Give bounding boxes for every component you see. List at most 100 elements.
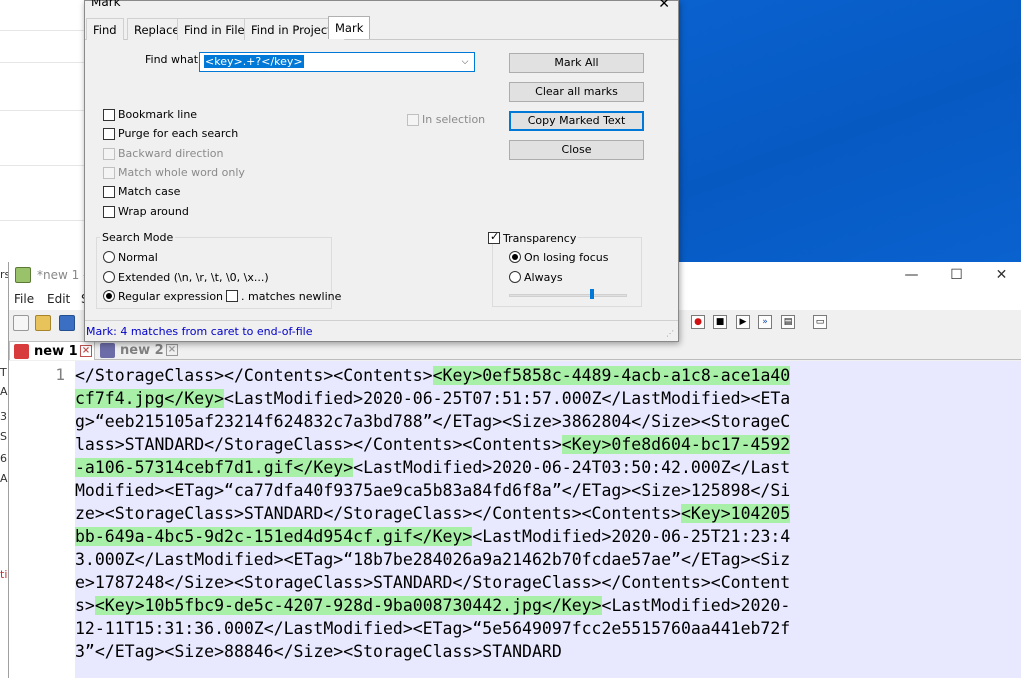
tab-new-1[interactable]: new 1 ×: [9, 341, 95, 360]
tab-new-2[interactable]: new 2 ×: [96, 341, 180, 360]
background-text: A: [0, 472, 8, 485]
code-line[interactable]: Modified><ETag>“ca77dfa40f9375ae9ca5b83a…: [75, 479, 1016, 502]
dialog-close-icon[interactable]: ✕: [658, 0, 670, 12]
background-text: S: [0, 430, 7, 443]
code-line[interactable]: ze><StorageClass>STANDARD</StorageClass>…: [75, 502, 1016, 525]
code-text: Modified><ETag>“ca77dfa40f9375ae9ca5b83a…: [75, 481, 791, 500]
match-case-checkbox[interactable]: [103, 186, 115, 198]
tab-find[interactable]: Find: [86, 18, 124, 40]
clear-all-marks-button[interactable]: Clear all marks: [509, 82, 644, 102]
code-line[interactable]: </StorageClass></Contents><Contents><Key…: [75, 364, 1016, 387]
minimize-button[interactable]: —: [889, 264, 934, 286]
resize-grip-icon[interactable]: ⋰: [666, 329, 676, 339]
code-text: lass>STANDARD</StorageClass></Contents><…: [75, 435, 562, 454]
code-text: 12-11T15:31:36.000Z</LastModified><ETag>…: [75, 619, 791, 638]
always-label: Always: [524, 271, 563, 284]
desktop-background: [679, 0, 1021, 262]
line-number-gutter: 1: [9, 361, 75, 678]
code-line[interactable]: lass>STANDARD</StorageClass></Contents><…: [75, 433, 1016, 456]
code-text: 3.000Z</LastModified><ETag>“18b7be284026…: [75, 550, 791, 569]
code-line[interactable]: -a106-57314cebf7d1.gif</Key><LastModifie…: [75, 456, 1016, 479]
transparency-slider-thumb[interactable]: [590, 289, 594, 299]
divider: [0, 165, 86, 166]
code-text: <LastModified>2020-06-24T03:50:42.000Z</…: [353, 458, 791, 477]
matches-newline-label: . matches newline: [241, 290, 342, 303]
saved-disk-icon: [100, 343, 115, 358]
code-line[interactable]: 3”</ETag><Size>88846</Size><StorageClass…: [75, 640, 1016, 663]
divider: [0, 30, 86, 31]
background-text: 3: [0, 410, 7, 423]
run-multiple-icon[interactable]: »: [758, 315, 772, 329]
regular-expression-label: Regular expression: [118, 290, 224, 303]
backward-direction-checkbox: [103, 148, 115, 160]
background-text: T: [0, 366, 7, 379]
stop-macro-icon[interactable]: ■: [713, 315, 727, 329]
marked-match: <Key>0fe8d604-bc17-4592: [561, 435, 791, 454]
regular-expression-radio[interactable]: [103, 290, 115, 302]
transparency-checkbox[interactable]: [488, 230, 500, 244]
mark-dialog: Mark ✕ Find Replace Find in Files Find i…: [84, 0, 679, 342]
always-radio[interactable]: [509, 271, 521, 283]
bookmark-line-checkbox[interactable]: [103, 109, 115, 121]
unsaved-disk-icon: [14, 344, 29, 359]
code-text: <LastModified>2020-06-25T07:51:57.000Z</…: [224, 389, 791, 408]
background-text: 6: [0, 452, 7, 465]
background-text: ti: [0, 568, 8, 581]
close-button[interactable]: ✕: [979, 264, 1021, 286]
transparency-slider[interactable]: [509, 294, 627, 297]
divider: [0, 110, 86, 111]
code-line[interactable]: g>“eeb215105af23214f624832c7a3bd788”</ET…: [75, 410, 1016, 433]
tab-mark[interactable]: Mark: [328, 16, 371, 39]
copy-marked-text-button[interactable]: Copy Marked Text: [509, 111, 644, 131]
chevron-down-icon[interactable]: ⌵: [458, 55, 472, 69]
record-macro-icon[interactable]: ●: [691, 315, 705, 329]
divider: [0, 220, 86, 221]
bookmark-line-label: Bookmark line: [118, 108, 198, 121]
new-file-icon[interactable]: [13, 315, 29, 331]
code-line[interactable]: 12-11T15:31:36.000Z</LastModified><ETag>…: [75, 617, 1016, 640]
status-message: Mark: 4 matches from caret to end-of-fil…: [86, 325, 313, 338]
wrap-around-checkbox[interactable]: [103, 206, 115, 218]
purge-label: Purge for each search: [118, 127, 239, 140]
tab-close-icon[interactable]: ×: [80, 345, 92, 357]
matches-newline-checkbox[interactable]: [226, 290, 238, 302]
find-what-input[interactable]: <key>.+?</key> ⌵: [199, 52, 475, 72]
tab-close-icon[interactable]: ×: [166, 344, 178, 356]
on-losing-focus-radio[interactable]: [509, 251, 521, 263]
whole-word-label: Match whole word only: [118, 166, 245, 179]
extended-radio[interactable]: [103, 271, 115, 283]
normal-radio[interactable]: [103, 251, 115, 263]
mark-all-button[interactable]: Mark All: [509, 53, 644, 73]
text-editor[interactable]: </StorageClass></Contents><Contents><Key…: [75, 361, 1021, 678]
purge-checkbox[interactable]: [103, 128, 115, 140]
background-text: A: [0, 385, 8, 398]
save-macro-icon[interactable]: ▤: [781, 315, 795, 329]
backward-direction-label: Backward direction: [118, 147, 224, 160]
code-text: ze><StorageClass>STANDARD</StorageClass>…: [75, 504, 681, 523]
notepad-app-icon: [15, 267, 31, 283]
document-tabs: new 1 × new 2 ×: [9, 340, 1021, 360]
open-folder-icon[interactable]: [35, 315, 51, 331]
marked-match: <Key>104205: [680, 504, 791, 523]
wrap-around-label: Wrap around: [118, 205, 189, 218]
play-macro-icon[interactable]: ▶: [736, 315, 750, 329]
transparency-title: Transparency: [501, 232, 579, 245]
code-line[interactable]: e>1787248</Size><StorageClass>STANDARD</…: [75, 571, 1016, 594]
code-line[interactable]: cf7f4.jpg</Key><LastModified>2020-06-25T…: [75, 387, 1016, 410]
code-text: e>1787248</Size><StorageClass>STANDARD</…: [75, 573, 791, 592]
close-dialog-button[interactable]: Close: [509, 140, 644, 160]
panel-icon[interactable]: ▭: [813, 315, 827, 329]
code-line[interactable]: 3.000Z</LastModified><ETag>“18b7be284026…: [75, 548, 1016, 571]
dialog-title: Mark: [91, 0, 121, 9]
find-what-value[interactable]: <key>.+?</key>: [204, 55, 304, 68]
search-mode-title: Search Mode: [100, 231, 176, 244]
code-line[interactable]: bb-649a-4bc5-9d2c-151ed4d954cf.gif</Key>…: [75, 525, 1016, 548]
code-line[interactable]: s><Key>10b5fbc9-de5c-4207-928d-9ba008730…: [75, 594, 1016, 617]
menu-edit[interactable]: Edit: [47, 292, 70, 306]
code-content[interactable]: </StorageClass></Contents><Contents><Key…: [75, 364, 1016, 663]
maximize-button[interactable]: ☐: [934, 264, 979, 286]
in-selection-label: In selection: [422, 113, 486, 126]
whole-word-checkbox: [103, 167, 115, 179]
menu-file[interactable]: File: [14, 292, 34, 306]
save-icon[interactable]: [59, 315, 75, 331]
